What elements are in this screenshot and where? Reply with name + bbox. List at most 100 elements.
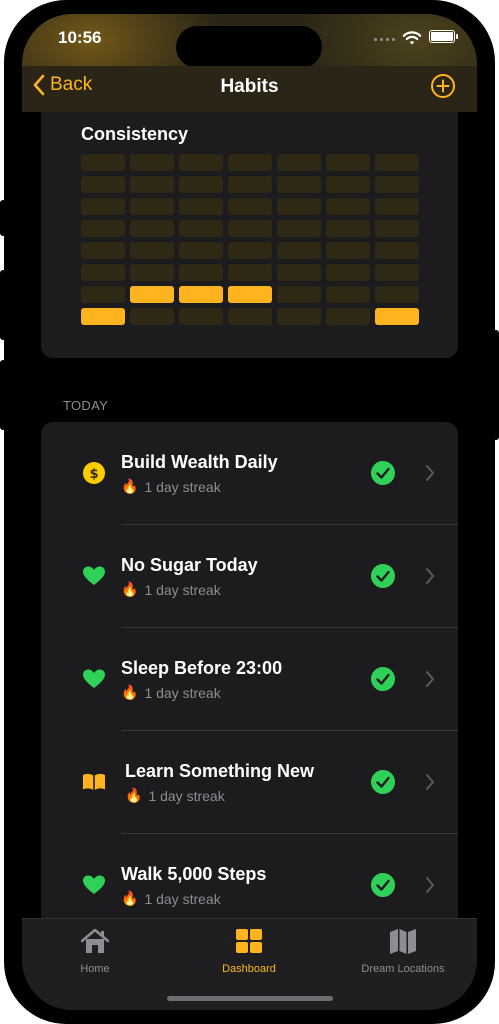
page-title: Habits bbox=[220, 76, 279, 97]
habit-streak: 🔥 1 day streak bbox=[121, 684, 221, 701]
consistency-cell bbox=[326, 286, 370, 303]
consistency-cell bbox=[277, 242, 321, 259]
consistency-cell bbox=[179, 220, 223, 237]
consistency-cell bbox=[228, 242, 272, 259]
consistency-cell bbox=[81, 198, 125, 215]
habit-streak-label: 1 day streak bbox=[144, 890, 221, 907]
chevron-right-icon bbox=[426, 465, 434, 481]
dynamic-island bbox=[176, 26, 322, 68]
consistency-cell bbox=[277, 286, 321, 303]
consistency-cell bbox=[228, 176, 272, 193]
habits-list-scroll[interactable]: Consistency TODAY $ Build Wealth Daily 🔥… bbox=[22, 112, 477, 920]
heart-icon bbox=[83, 669, 105, 688]
heart-icon bbox=[83, 566, 105, 585]
consistency-card: Consistency bbox=[41, 112, 458, 358]
consistency-cell bbox=[326, 220, 370, 237]
consistency-cell-filled bbox=[375, 308, 419, 325]
consistency-cell bbox=[375, 154, 419, 171]
section-header-today: TODAY bbox=[63, 398, 109, 413]
chevron-right-icon bbox=[426, 671, 434, 687]
consistency-cell bbox=[81, 264, 125, 281]
consistency-cell bbox=[326, 264, 370, 281]
consistency-cell bbox=[375, 242, 419, 259]
habit-streak: 🔥 1 day streak bbox=[121, 478, 221, 495]
completed-check-icon[interactable] bbox=[370, 666, 396, 692]
map-icon bbox=[390, 929, 416, 954]
chevron-right-icon bbox=[426, 877, 434, 893]
chevron-right-icon bbox=[426, 568, 434, 584]
screen: 10:56 Back Habits Consistency TODAY $ Bu… bbox=[22, 14, 477, 1010]
tab-dashboard[interactable]: Dashboard bbox=[184, 927, 314, 975]
tab-home[interactable]: Home bbox=[30, 927, 160, 975]
svg-text:$: $ bbox=[89, 467, 98, 482]
tab-dream-locations[interactable]: Dream Locations bbox=[338, 927, 468, 975]
heart-icon bbox=[83, 875, 105, 894]
consistency-cell-filled bbox=[179, 286, 223, 303]
completed-check-icon[interactable] bbox=[370, 460, 396, 486]
habit-name: Learn Something New bbox=[125, 761, 315, 781]
habit-row[interactable]: $ Build Wealth Daily 🔥 1 day streak bbox=[41, 422, 458, 525]
consistency-cell bbox=[375, 264, 419, 281]
consistency-cell bbox=[130, 308, 174, 325]
consistency-cell bbox=[277, 220, 321, 237]
consistency-cell bbox=[375, 176, 419, 193]
habit-name: Walk 5,000 Steps bbox=[121, 864, 267, 884]
flame-icon: 🔥 bbox=[121, 684, 139, 700]
habit-row[interactable]: Sleep Before 23:00 🔥 1 day streak bbox=[41, 628, 458, 731]
consistency-cell bbox=[179, 176, 223, 193]
completed-check-icon[interactable] bbox=[370, 769, 396, 795]
consistency-cell bbox=[375, 220, 419, 237]
tab-home-label: Home bbox=[80, 963, 110, 975]
consistency-cell bbox=[130, 154, 174, 171]
consistency-cell bbox=[130, 242, 174, 259]
consistency-cell bbox=[130, 198, 174, 215]
battery-icon bbox=[429, 30, 458, 43]
flame-icon: 🔥 bbox=[121, 581, 139, 597]
habit-name: Build Wealth Daily bbox=[121, 452, 278, 472]
dollar-coin-icon: $ bbox=[83, 462, 105, 484]
consistency-cell bbox=[326, 154, 370, 171]
status-time: 10:56 bbox=[58, 28, 102, 47]
consistency-cell bbox=[179, 242, 223, 259]
completed-check-icon[interactable] bbox=[370, 563, 396, 589]
consistency-cell bbox=[277, 176, 321, 193]
habit-streak: 🔥 1 day streak bbox=[125, 787, 225, 804]
navigation-bar: Back Habits bbox=[22, 66, 477, 112]
consistency-cell bbox=[326, 242, 370, 259]
habit-row[interactable]: Learn Something New 🔥 1 day streak bbox=[41, 731, 458, 834]
habit-row[interactable]: No Sugar Today 🔥 1 day streak bbox=[41, 525, 458, 628]
wifi-icon bbox=[402, 31, 422, 45]
status-bar: 10:56 bbox=[22, 14, 477, 124]
home-indicator[interactable] bbox=[167, 996, 333, 1001]
tab-dashboard-label: Dashboard bbox=[222, 963, 276, 975]
completed-check-icon[interactable] bbox=[370, 872, 396, 898]
habit-name: Sleep Before 23:00 bbox=[121, 658, 283, 678]
consistency-cell-filled bbox=[81, 308, 125, 325]
consistency-cell bbox=[228, 308, 272, 325]
consistency-cell bbox=[228, 220, 272, 237]
signal-icon bbox=[374, 38, 395, 41]
add-habit-button[interactable] bbox=[430, 73, 456, 99]
consistency-cell bbox=[179, 264, 223, 281]
consistency-cell bbox=[130, 220, 174, 237]
flame-icon: 🔥 bbox=[121, 890, 139, 906]
flame-icon: 🔥 bbox=[121, 478, 139, 494]
consistency-cell bbox=[130, 176, 174, 193]
phone-frame: 10:56 Back Habits Consistency TODAY $ Bu… bbox=[0, 0, 499, 1024]
chevron-right-icon bbox=[426, 774, 434, 790]
habit-streak-label: 1 day streak bbox=[144, 684, 221, 701]
consistency-cell bbox=[277, 154, 321, 171]
consistency-cell bbox=[179, 198, 223, 215]
consistency-cell-filled bbox=[130, 286, 174, 303]
habit-row[interactable]: Walk 5,000 Steps 🔥 1 day streak bbox=[41, 834, 458, 920]
consistency-cell bbox=[326, 198, 370, 215]
consistency-cell bbox=[375, 198, 419, 215]
habit-streak-label: 1 day streak bbox=[148, 787, 225, 804]
consistency-cell bbox=[228, 264, 272, 281]
consistency-cell bbox=[81, 242, 125, 259]
consistency-grid bbox=[81, 154, 419, 325]
consistency-cell-filled bbox=[228, 286, 272, 303]
book-icon bbox=[83, 773, 105, 790]
consistency-cell bbox=[81, 286, 125, 303]
consistency-cell bbox=[130, 264, 174, 281]
